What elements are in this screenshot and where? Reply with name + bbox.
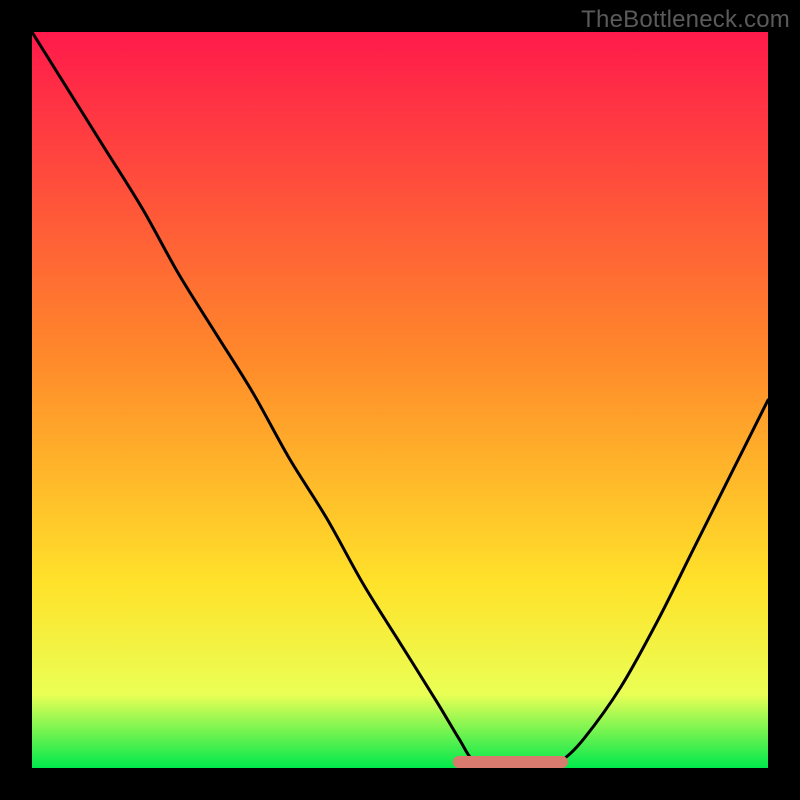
plot-area xyxy=(32,32,768,768)
chart-frame: TheBottleneck.com xyxy=(0,0,800,800)
bottleneck-curve xyxy=(32,32,768,768)
watermark-text: TheBottleneck.com xyxy=(581,6,790,34)
curve-layer xyxy=(32,32,768,768)
